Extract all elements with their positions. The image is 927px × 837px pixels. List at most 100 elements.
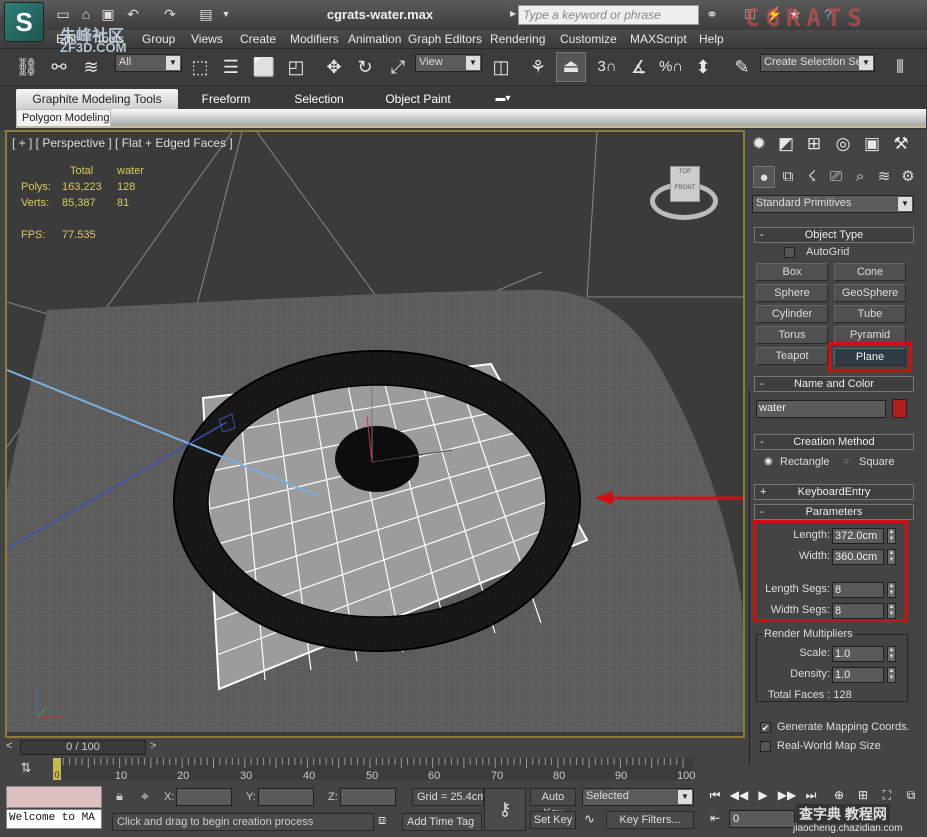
app-menu-button[interactable]: S: [4, 2, 44, 42]
object-type-rollout-header[interactable]: - Object Type: [754, 227, 914, 243]
perspective-viewport[interactable]: [ + ] [ Perspective ] [ Flat + Edged Fac…: [5, 130, 745, 738]
manipulate-icon[interactable]: ⚘: [525, 54, 551, 80]
zoom-extents-icon[interactable]: ⛶: [876, 788, 898, 803]
ribbon-options-icon[interactable]: ▬▾: [490, 89, 516, 109]
length-segs-spinner[interactable]: ▲ ▼: [887, 582, 896, 598]
rectangle-radio[interactable]: ◉: [764, 456, 773, 467]
angle-snap-icon[interactable]: ∡: [626, 54, 652, 80]
go-to-start-icon[interactable]: ⏮: [704, 788, 726, 803]
width-spinner[interactable]: ▲ ▼: [887, 549, 896, 565]
snap-toggle-icon[interactable]: 3∩: [594, 54, 620, 80]
menu-modifiers[interactable]: Modifiers: [290, 32, 339, 46]
add-time-tag-button[interactable]: Add Time Tag: [402, 813, 482, 831]
viewcube-top-face[interactable]: TOP: [671, 169, 699, 175]
rotate-icon[interactable]: ↻: [352, 54, 378, 80]
auto-key-button[interactable]: Auto Key: [530, 788, 576, 819]
box-button[interactable]: Box: [756, 263, 828, 281]
move-icon[interactable]: ✥: [321, 54, 347, 80]
undo-icon[interactable]: ↶: [125, 6, 141, 22]
width-segs-spinner[interactable]: ▲ ▼: [887, 603, 896, 619]
length-input[interactable]: 372.0cm: [832, 528, 884, 544]
width-segs-input[interactable]: 8: [832, 603, 884, 619]
display-panel-tab-icon[interactable]: ▣: [859, 132, 885, 156]
object-name-input[interactable]: water: [756, 400, 886, 418]
menu-group[interactable]: Group: [142, 32, 175, 46]
play-icon[interactable]: ▶: [752, 788, 774, 802]
viewcube[interactable]: TOP FRONT: [670, 166, 700, 202]
torus-button[interactable]: Torus: [756, 326, 828, 344]
default-in-out-tangent-icon[interactable]: ∿: [584, 811, 595, 827]
shapes-icon[interactable]: ⧉: [777, 166, 799, 188]
open-file-icon[interactable]: ⌂: [78, 6, 94, 22]
plane-button[interactable]: Plane: [834, 348, 906, 366]
search-input[interactable]: Type a keyword or phrase: [518, 5, 699, 25]
zoom-icon[interactable]: ⊕: [828, 788, 850, 802]
next-frame-icon[interactable]: ▶▶: [776, 788, 798, 802]
previous-frame-icon[interactable]: ◀◀: [728, 788, 750, 802]
name-and-color-rollout-header[interactable]: - Name and Color: [754, 376, 914, 392]
systems-icon[interactable]: ⚙: [897, 166, 919, 188]
edit-named-selection-icon[interactable]: ✎: [729, 54, 755, 80]
save-icon[interactable]: ▣: [100, 6, 116, 22]
selection-filter-dropdown[interactable]: All ▼: [115, 54, 182, 72]
menu-create[interactable]: Create: [240, 32, 276, 46]
keyboard-shortcut-override-icon[interactable]: ⏏: [556, 52, 586, 82]
spinner-snap-icon[interactable]: ⬍: [690, 54, 716, 80]
geometry-icon[interactable]: ●: [753, 166, 775, 188]
prev-frame-button[interactable]: <: [6, 740, 12, 752]
ribbon-tab-object-paint[interactable]: Object Paint: [378, 89, 458, 109]
density-input[interactable]: 1.0: [832, 667, 884, 683]
key-mode-dropdown[interactable]: Selected ▼: [582, 788, 694, 806]
unlink-icon[interactable]: ⚯: [46, 54, 72, 80]
maxscript-mini-listener-top[interactable]: [6, 786, 102, 808]
percent-snap-icon[interactable]: %∩: [658, 54, 684, 80]
menu-animation[interactable]: Animation: [348, 32, 401, 46]
create-panel-tab-icon[interactable]: ✹: [746, 132, 772, 156]
cameras-icon[interactable]: ⎚: [825, 166, 847, 188]
creation-method-rollout-header[interactable]: - Creation Method: [754, 434, 914, 450]
mirror-icon[interactable]: ⫴: [887, 54, 913, 80]
y-coordinate-input[interactable]: [258, 788, 314, 806]
search-expand-icon[interactable]: ▶: [510, 9, 516, 18]
current-frame-marker[interactable]: 0: [53, 758, 61, 780]
scale-icon[interactable]: ⤢: [385, 54, 411, 80]
density-spinner[interactable]: ▲ ▼: [887, 667, 896, 683]
time-slider[interactable]: 0 / 100: [20, 740, 146, 755]
zoom-extents-all-icon[interactable]: ⧉: [900, 788, 922, 803]
reference-coordinate-dropdown[interactable]: View ▼: [415, 54, 482, 72]
length-spinner[interactable]: ▲ ▼: [887, 528, 896, 544]
menu-help[interactable]: Help: [699, 32, 724, 46]
lights-icon[interactable]: ☇: [801, 166, 823, 188]
select-object-icon[interactable]: ⬚: [187, 54, 213, 80]
pivot-center-icon[interactable]: ◫: [488, 54, 514, 80]
motion-panel-tab-icon[interactable]: ◎: [830, 132, 856, 156]
menu-views[interactable]: Views: [191, 32, 223, 46]
autogrid-checkbox[interactable]: [784, 247, 795, 258]
z-coordinate-input[interactable]: [340, 788, 396, 806]
viewcube-front-face[interactable]: FRONT: [671, 185, 699, 191]
teapot-button[interactable]: Teapot: [756, 347, 828, 365]
key-mode-toggle-icon[interactable]: ⇤: [704, 811, 726, 825]
tube-button[interactable]: Tube: [834, 305, 906, 323]
selection-lock-icon[interactable]: 🔒︎: [116, 788, 123, 804]
named-selection-set-dropdown[interactable]: Create Selection Se ▼: [760, 54, 875, 72]
viewport-label-menu[interactable]: [ + ] [ Perspective ] [ Flat + Edged Fac…: [12, 136, 233, 150]
modify-panel-tab-icon[interactable]: ◩: [773, 132, 799, 156]
menu-maxscript[interactable]: MAXScript: [630, 32, 687, 46]
redo-icon[interactable]: ↷: [162, 6, 178, 22]
polygon-modeling-panel-tab[interactable]: Polygon Modeling: [16, 109, 111, 127]
ribbon-tab-freeform[interactable]: Freeform: [191, 89, 261, 109]
set-key-button[interactable]: Set Key: [530, 811, 576, 829]
menu-customize[interactable]: Customize: [560, 32, 617, 46]
link-icon[interactable]: ⛓: [14, 54, 40, 80]
menu-rendering[interactable]: Rendering: [490, 32, 545, 46]
scale-spinner[interactable]: ▲ ▼: [887, 646, 896, 662]
menu-graph-editors[interactable]: Graph Editors: [408, 32, 482, 46]
curve-editor-toggle-icon[interactable]: ⇅: [16, 760, 36, 778]
rectangular-selection-icon[interactable]: ⬜: [251, 54, 277, 80]
width-input[interactable]: 360.0cm: [832, 549, 884, 565]
length-segs-input[interactable]: 8: [832, 582, 884, 598]
object-color-swatch[interactable]: [892, 399, 907, 418]
next-frame-button[interactable]: >: [150, 740, 156, 752]
x-coordinate-input[interactable]: [176, 788, 232, 806]
